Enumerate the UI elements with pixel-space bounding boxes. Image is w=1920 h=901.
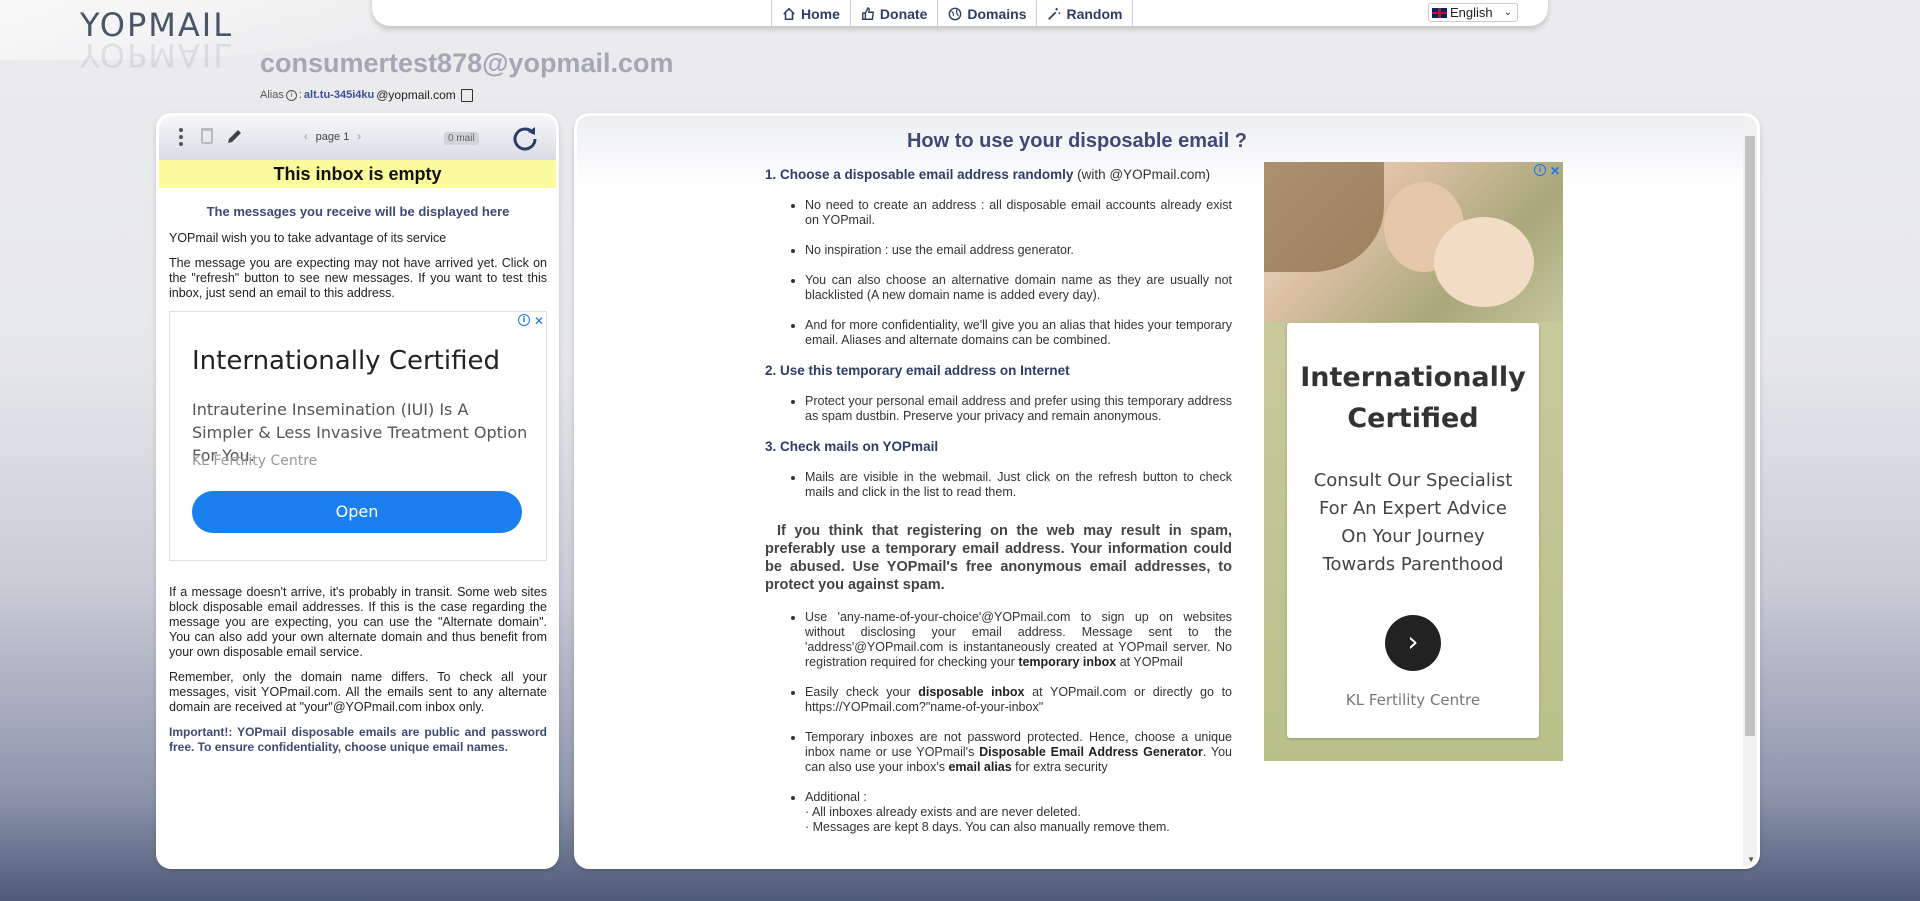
nav-random[interactable]: Random <box>1036 0 1134 28</box>
list-item: No inspiration : use the email address g… <box>805 243 1232 258</box>
ad-open-button[interactable]: Open <box>192 491 522 533</box>
copy-icon[interactable] <box>460 88 473 102</box>
next-page-icon[interactable]: › <box>357 131 361 143</box>
message-panel: How to use your disposable email ? 1. Ch… <box>577 116 1757 866</box>
nav-home[interactable]: Home <box>771 0 850 28</box>
scrollbar[interactable]: ▼ <box>1743 116 1757 866</box>
globe-icon <box>948 7 962 21</box>
ad-controls: i ✕ <box>517 314 544 329</box>
nav-random-label: Random <box>1066 6 1123 22</box>
list-item: Use 'any-name-of-your-choice'@YOPmail.co… <box>805 610 1232 670</box>
inbox-panel: ‹ page 1 › 0 mail This inbox is empty Th… <box>159 116 556 866</box>
yopmail-logo[interactable]: YOPMAIL YOPMAIL <box>80 6 260 74</box>
ad-close-icon[interactable]: ✕ <box>534 314 544 329</box>
ad-controls: i ✕ <box>1533 164 1560 178</box>
ad-brand: KL Fertility Centre <box>192 453 318 469</box>
help-paragraph-2: The message you are expecting may not ha… <box>169 256 547 300</box>
ad-info-icon[interactable]: i <box>517 314 530 326</box>
trash-icon[interactable] <box>201 128 213 144</box>
list-item: And for more confidentiality, we'll give… <box>805 318 1232 348</box>
ad-info-icon[interactable]: i <box>1533 164 1546 176</box>
ad-go-button[interactable]: › <box>1385 615 1441 671</box>
language-select[interactable]: English ⌄ <box>1428 3 1518 22</box>
right-ad[interactable]: i ✕ Internationally Certified Consult Ou… <box>1264 162 1563 761</box>
uk-flag-icon <box>1432 7 1447 18</box>
empty-inbox-banner: This inbox is empty <box>159 160 556 188</box>
nav-domains[interactable]: Domains <box>937 0 1036 28</box>
nav-donate-label: Donate <box>879 6 928 22</box>
spam-paragraph: If you think that registering on the web… <box>765 523 1232 593</box>
section-3-list: Mails are visible in the webmail. Just c… <box>765 470 1232 500</box>
ad-title: Internationally Certified <box>1300 362 1526 434</box>
chevron-down-icon: ⌄ <box>1503 7 1512 18</box>
help-paragraph-3: If a message doesn't arrive, it's probab… <box>169 585 547 659</box>
benefits-list: Use 'any-name-of-your-choice'@YOPmail.co… <box>765 610 1232 835</box>
help-content: 1. Choose a disposable email address ran… <box>765 167 1232 850</box>
home-icon <box>783 7 795 21</box>
refresh-icon[interactable] <box>511 124 539 152</box>
section-1-title: 1. Choose a disposable email address ran… <box>765 167 1211 182</box>
ad-photo <box>1264 162 1563 322</box>
more-menu-icon[interactable] <box>179 128 183 149</box>
alias-label: Alias <box>260 89 284 101</box>
prev-page-icon[interactable]: ‹ <box>304 131 308 143</box>
list-item: Temporary inboxes are not password prote… <box>805 730 1232 775</box>
pencil-icon[interactable] <box>225 128 243 146</box>
sidebar-ad[interactable]: i ✕ Internationally Certified Intrauteri… <box>169 311 547 561</box>
language-value: English <box>1450 5 1493 20</box>
list-item: Protect your personal email address and … <box>805 394 1232 424</box>
list-item: Easily check your disposable inbox at YO… <box>805 685 1232 715</box>
info-icon[interactable]: i <box>285 89 297 101</box>
inbox-subtitle: The messages you receive will be display… <box>206 204 510 219</box>
alias-link[interactable]: alt.tu-345i4ku <box>304 89 374 101</box>
section-3-title: 3. Check mails on YOPmail <box>765 439 939 454</box>
nav-home-label: Home <box>801 6 840 22</box>
nav-donate[interactable]: Donate <box>849 0 937 28</box>
ad-card: Internationally Certified Consult Our Sp… <box>1287 323 1539 738</box>
alias-domain: @yopmail.com <box>376 88 456 102</box>
nav-domains-label: Domains <box>967 6 1027 22</box>
scroll-thumb[interactable] <box>1745 136 1755 736</box>
help-paragraph-1: YOPmail wish you to take advantage of it… <box>169 231 447 245</box>
inbox-help-content: The messages you receive will be display… <box>159 188 556 755</box>
magic-wand-icon <box>1048 7 1061 20</box>
list-item: Additional :· All inboxes already exists… <box>805 790 1232 835</box>
logo-reflection: YOPMAIL <box>80 36 234 74</box>
alias-row: Alias i: alt.tu-345i4ku @yopmail.com <box>260 88 473 102</box>
ad-body: Consult Our Specialist For An Expert Adv… <box>1313 470 1513 575</box>
thumbs-up-icon <box>861 7 874 20</box>
ad-close-icon[interactable]: ✕ <box>1550 164 1560 178</box>
help-paragraph-4: Remember, only the domain name differs. … <box>169 670 547 714</box>
scroll-down-icon[interactable]: ▼ <box>1747 855 1755 864</box>
ad-title: Internationally Certified <box>192 346 500 376</box>
list-item: Mails are visible in the webmail. Just c… <box>805 470 1232 500</box>
mail-count-badge: 0 mail <box>444 132 479 145</box>
list-item: You can also choose an alternative domai… <box>805 273 1232 303</box>
main-nav: Home Donate Domains Random <box>771 0 1134 28</box>
ad-brand: KL Fertility Centre <box>1345 691 1481 709</box>
inbox-address: consumertest878@yopmail.com <box>260 48 674 78</box>
important-note: Important!: YOPmail disposable emails ar… <box>169 725 547 754</box>
pager: ‹ page 1 › <box>304 131 361 143</box>
section-2-list: Protect your personal email address and … <box>765 394 1232 424</box>
help-title: How to use your disposable email ? <box>906 130 1248 152</box>
page-label: page 1 <box>315 131 350 143</box>
inbox-toolbar: ‹ page 1 › 0 mail <box>159 116 556 160</box>
list-item: No need to create an address : all dispo… <box>805 198 1232 228</box>
section-2-title: 2. Use this temporary email address on I… <box>765 363 1070 378</box>
section-1-list: No need to create an address : all dispo… <box>765 198 1232 348</box>
